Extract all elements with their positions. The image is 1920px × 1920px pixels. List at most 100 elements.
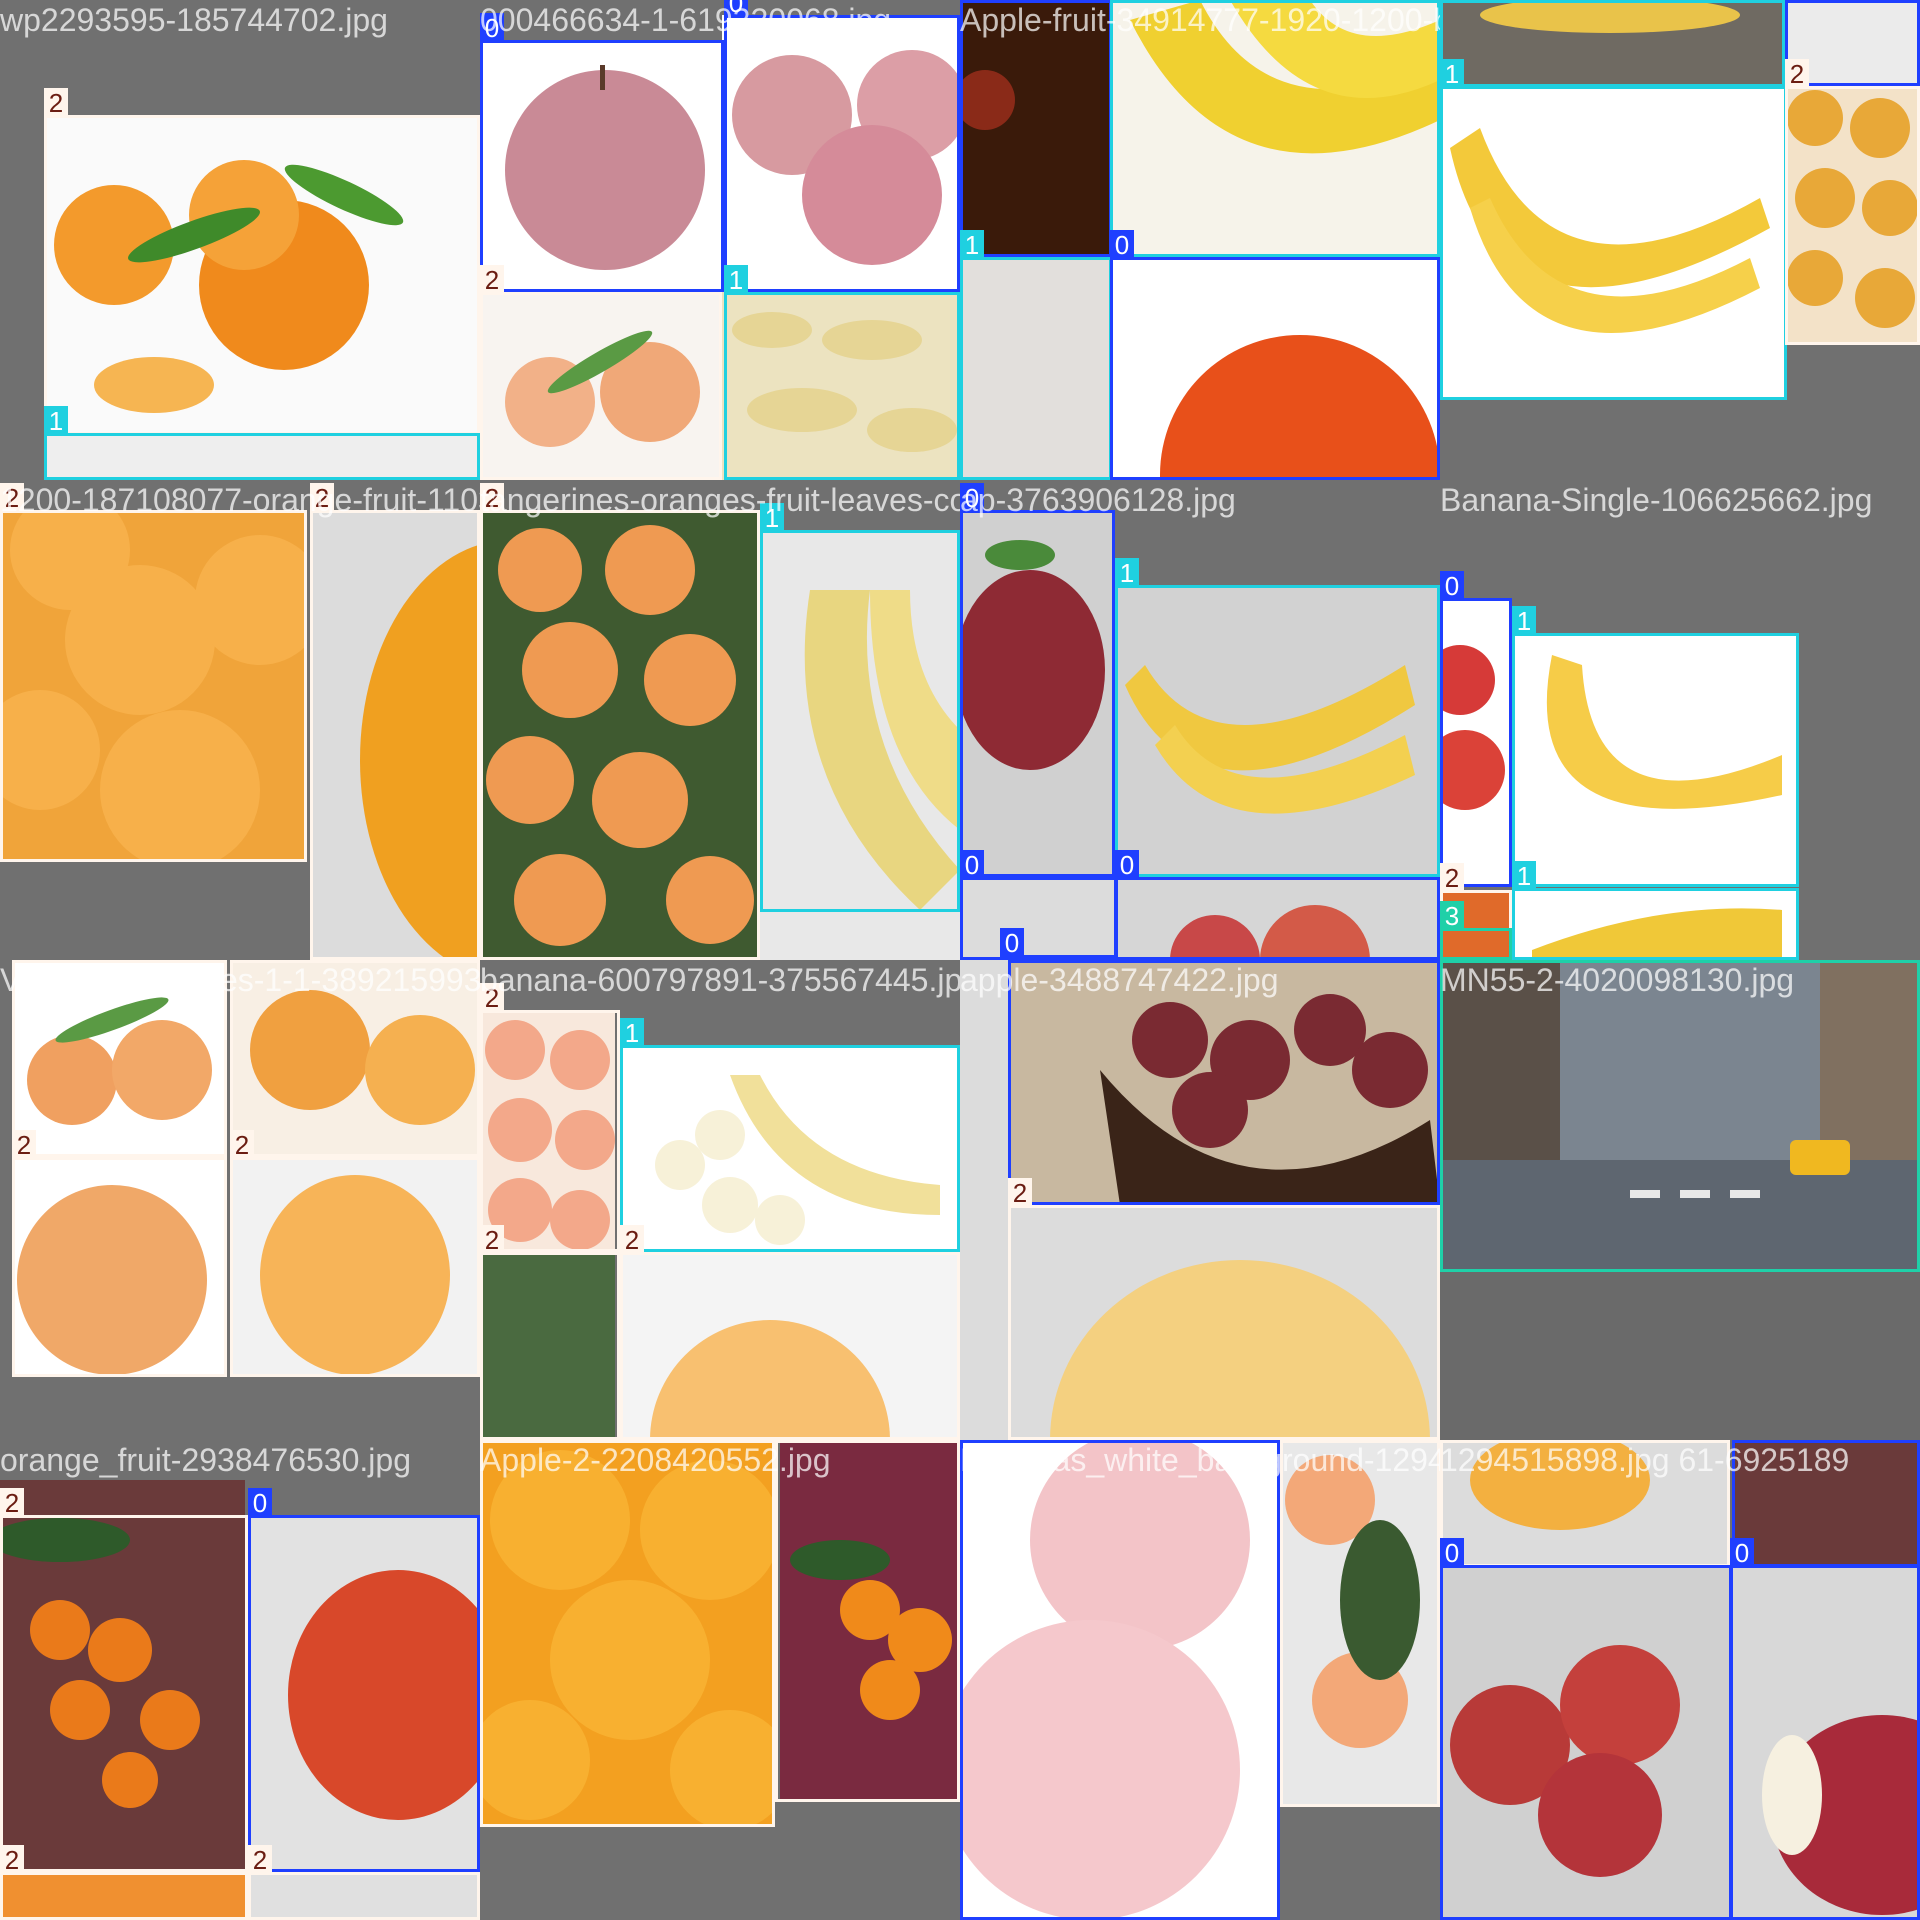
mosaic-tile: 1294515898.jpg 61-6925189 2 0 0 0 (1440, 1440, 1920, 1920)
detection-box: 2 (480, 983, 620, 1252)
mosaic-tile: apple-3488747422.jpg 0 2 (960, 960, 1440, 1440)
mosaic-tile: MN55-2-4020098130.jpg 3 (1440, 960, 1920, 1440)
detection-box: 2 (12, 1130, 227, 1377)
detection-box: 0 (724, 0, 960, 292)
detection-box: 2 (0, 483, 307, 862)
tile-filename: Valencia-Oranges-1-1-3892159934.jpg (0, 962, 480, 998)
mosaic-tile: wp2293595-185744702.jpg 2 1 (0, 0, 480, 480)
class-label: 1 (1440, 59, 1464, 89)
class-label: 2 (230, 1130, 254, 1160)
tile-filename: wp2293595-185744702.jpg (0, 2, 388, 38)
detection-box: 2 (0, 1845, 248, 1920)
detection-box: 0 (960, 850, 1117, 960)
tile-filename: MN55-2-4020098130.jpg (1440, 962, 1795, 998)
mosaic-grid: wp2293595-185744702.jpg 2 1 000466634-1-… (0, 0, 1920, 1920)
detection-box: 2 (1280, 1440, 1440, 1807)
detection-box: 2 (310, 483, 480, 960)
detection-box: 2 (480, 1440, 775, 1827)
detection-box: 1 (1512, 606, 1799, 887)
mosaic-tile: orange_fruit-2938476530.jpg 2 0 2 2 (0, 1440, 480, 1920)
tile-filename: banana-600797891-375567445.jpg (480, 962, 960, 998)
detection-box: 0 (1440, 1538, 1732, 1920)
detection-box: 2 (1008, 1178, 1440, 1440)
detection-box: 0 (1730, 1538, 1920, 1920)
class-label: 2 (480, 265, 504, 295)
detection-box: 2 (775, 1440, 960, 1802)
tile-filename: tangerines-oranges-fruit-leaves-compote (480, 482, 960, 518)
class-label: 2 (620, 1225, 644, 1255)
tile-filename: Apple-2-2208420552.jpg (480, 1442, 831, 1478)
detection-box: 1 (960, 230, 1112, 480)
class-label: 1 (1115, 558, 1139, 588)
detection-box: 0 (248, 1488, 480, 1872)
class-label: 2 (1008, 1178, 1032, 1208)
class-label: 0 (1110, 230, 1134, 260)
detection-box: 0 (1440, 571, 1512, 887)
mosaic-tile: Bananas_white_background-1294515898.jpg … (960, 1440, 1440, 1920)
detection-box: 2 (480, 265, 722, 480)
mosaic-tile: 000466634-1-619220068.jpg 0 0 2 1 (480, 0, 960, 480)
class-label: 1 (1512, 606, 1536, 636)
detection-box: 0 (1115, 850, 1440, 960)
tile-filename: Banana-Single-106625662.jpg (1440, 482, 1873, 518)
detection-box: 3 (1440, 901, 1512, 960)
tile-filename: apple-3488747422.jpg (960, 962, 1279, 998)
detection-box: 1 (1512, 861, 1799, 960)
class-label: 2 (12, 1130, 36, 1160)
class-label: 0 (1785, 0, 1809, 3)
class-label: 1 (620, 1018, 644, 1048)
class-label: 2 (1440, 863, 1464, 893)
detection-box: 1 (724, 265, 960, 480)
mosaic-tile: Apple-fruit-34914777-1920-1200-bananas-2… (960, 0, 1440, 480)
class-label: 0 (1730, 1538, 1754, 1568)
detection-box: 0 (480, 13, 724, 292)
class-label: 2 (0, 1845, 24, 1875)
detection-box: 1 (1115, 558, 1440, 877)
mosaic-tile: 1 1 0 2 (1440, 0, 1920, 480)
detection-box: 1 (1440, 59, 1787, 400)
detection-box: 2 (1785, 59, 1920, 345)
class-label: 0 (1000, 928, 1024, 958)
class-label: 1 (1512, 861, 1536, 891)
class-label: 1 (724, 265, 748, 295)
mosaic-tile: banana-600797891-375567445.jpg 2 1 2 2 (480, 960, 960, 1440)
mosaic-tile: Apple-2-2208420552.jpg 2 2 (480, 1440, 960, 1920)
class-label: 1 (960, 230, 984, 260)
detection-box: 1 (44, 406, 480, 480)
tile-filename: Bananas_white_background-1294515898.jpg (960, 1442, 1440, 1478)
class-label: 3 (1440, 901, 1464, 931)
blank-photo (960, 960, 1008, 1440)
mosaic-tile: Valencia-Oranges-1-1-3892159934.jpg 2 2 … (0, 960, 480, 1440)
detection-box: 1 (620, 1018, 960, 1252)
class-label: 2 (44, 88, 68, 118)
class-label: 0 (1115, 850, 1139, 880)
detection-box: 2 (0, 1488, 248, 1872)
class-label: 0 (1440, 1538, 1464, 1568)
mosaic-tile: Banana-Single-106625662.jpg 0 1 1 2 3 (1440, 480, 1920, 960)
mosaic-tile: 1200-187108077-orange-fruit-1103748177.j… (0, 480, 480, 960)
detection-box: 0 (960, 483, 1115, 877)
class-label: 0 (1440, 571, 1464, 601)
class-label: 2 (0, 1488, 24, 1518)
detection-box: 2 (480, 1225, 620, 1440)
detection-box: 3 (1440, 960, 1920, 1272)
detection-box: 0 (1110, 230, 1440, 480)
detection-box: 2 (620, 1225, 960, 1440)
detection-box: 2 (44, 88, 480, 435)
detection-box: 2 (248, 1845, 480, 1920)
class-label: 2 (480, 1225, 504, 1255)
tile-filename: Apple-fruit-34914777-1920-1200-bananas-2… (960, 2, 1440, 38)
detection-box: 2 (480, 483, 760, 960)
class-label: 1 (44, 406, 68, 436)
detection-box: 0 (960, 1440, 1280, 1920)
class-label: 2 (1785, 59, 1809, 89)
tile-filename: orange_fruit-2938476530.jpg (0, 1442, 411, 1478)
detection-box: 1 (760, 503, 960, 912)
detection-box: 1 (1440, 0, 1785, 87)
tile-filename: 000466634-1-619220068.jpg (480, 2, 892, 38)
tile-filename: 1200-187108077-orange-fruit-1103748177.j… (0, 482, 480, 518)
class-label: 2 (248, 1845, 272, 1875)
class-label: 1 (1440, 0, 1464, 3)
mosaic-tile: tangerines-oranges-fruit-leaves-compote … (480, 480, 960, 960)
class-label: 0 (960, 850, 984, 880)
